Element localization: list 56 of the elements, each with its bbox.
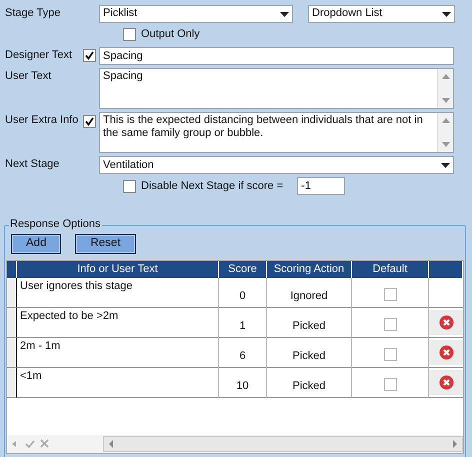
table-cell: 1 xyxy=(239,320,246,334)
table-cell: Expected to be >2m xyxy=(17,308,219,338)
table-cell: 0 xyxy=(239,290,246,304)
stage-type-dropdown[interactable]: Picklist xyxy=(99,5,293,23)
checkbox[interactable] xyxy=(384,318,396,331)
close-icon xyxy=(438,345,454,360)
table-cell: 6 xyxy=(239,350,246,364)
toolbar-button[interactable]: Add xyxy=(11,234,62,254)
row-selector[interactable] xyxy=(7,308,17,338)
table-cell: Picked xyxy=(292,350,326,364)
caret-icon xyxy=(441,162,450,168)
field-label: User Extra Info xyxy=(5,113,80,128)
close-icon xyxy=(438,315,454,330)
user-text-area[interactable]: Spacing xyxy=(99,68,454,110)
caret-icon xyxy=(442,12,451,16)
checkbox[interactable] xyxy=(384,378,396,391)
score-field[interactable]: -1 xyxy=(297,177,346,196)
caret-icon xyxy=(280,12,289,16)
checkbox[interactable] xyxy=(83,49,96,62)
extra-info-area[interactable]: This is the expected distancing between individuals that are not in the same family group or bubble. xyxy=(99,112,454,154)
horizontal-scrollbar[interactable] xyxy=(103,436,463,452)
checkbox[interactable] xyxy=(83,115,96,128)
table-cell: <1m xyxy=(17,368,219,398)
toolbar-button[interactable]: Reset xyxy=(75,234,136,254)
checkbox[interactable] xyxy=(384,288,396,301)
group-title: Response Options xyxy=(9,218,102,232)
checkbox[interactable] xyxy=(384,348,396,361)
row-selector[interactable] xyxy=(7,278,17,308)
display-dropdown[interactable]: Dropdown List xyxy=(308,5,455,23)
field-label: User Text xyxy=(5,69,52,84)
delete-button[interactable] xyxy=(429,370,463,396)
check-icon[interactable] xyxy=(25,439,37,450)
close-icon xyxy=(438,375,454,390)
delete-button[interactable] xyxy=(429,340,463,366)
table-cell: 10 xyxy=(236,380,249,394)
column-header[interactable]: Scoring Action xyxy=(267,261,352,278)
column-header[interactable]: Default xyxy=(352,261,429,278)
checkbox-label: Output Only xyxy=(141,28,200,42)
field-label: Stage Type xyxy=(5,6,62,20)
table-cell: Ignored xyxy=(290,290,328,304)
table-cell: 2m - 1m xyxy=(17,338,219,368)
designer-text-field[interactable]: Spacing xyxy=(99,47,454,66)
table-cell: User ignores this stage xyxy=(17,278,219,308)
column-header[interactable]: Score xyxy=(219,261,267,278)
next-stage-dropdown[interactable]: Ventilation xyxy=(99,156,454,174)
field-label: Designer Text xyxy=(5,48,74,62)
field-label: Next Stage xyxy=(5,157,60,172)
checkbox[interactable] xyxy=(123,28,136,42)
table-cell: Picked xyxy=(292,320,326,334)
table-cell: Picked xyxy=(292,380,326,394)
row-selector[interactable] xyxy=(7,338,17,368)
column-header[interactable]: Info or User Text xyxy=(17,261,219,278)
checkbox[interactable] xyxy=(123,180,136,193)
checkbox-label: Disable Next Stage if score = xyxy=(141,180,284,193)
delete-button[interactable] xyxy=(429,310,463,336)
row-selector[interactable] xyxy=(7,368,17,398)
